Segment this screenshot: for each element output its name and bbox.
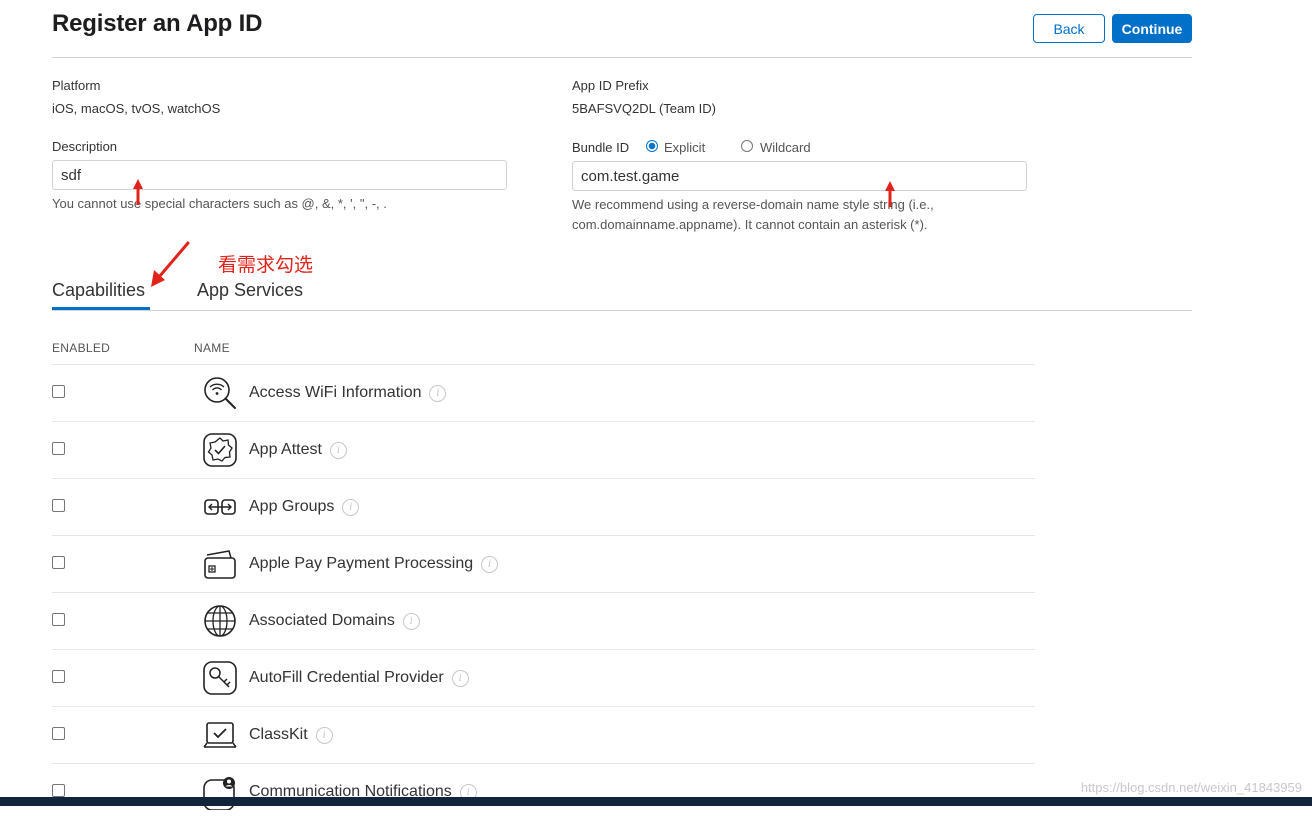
capability-name: Associated Domains i: [249, 612, 420, 630]
info-icon[interactable]: i: [402, 613, 420, 630]
wildcard-radio[interactable]: [741, 140, 753, 152]
description-label: Description: [52, 139, 118, 154]
app-id-prefix-label: App ID Prefix: [572, 78, 649, 93]
capability-name: ClassKit i: [249, 726, 333, 744]
bundle-id-hint-line1: We recommend using a reverse-domain name…: [572, 197, 934, 212]
table-row: Apple Pay Payment Processing i: [52, 535, 1035, 593]
explicit-radio-label[interactable]: Explicit: [664, 140, 705, 155]
capability-name: AutoFill Credential Provider i: [249, 669, 469, 687]
info-icon[interactable]: i: [315, 727, 333, 744]
capability-name: Access WiFi Information i: [249, 384, 447, 402]
column-header-name: NAME: [194, 341, 230, 355]
back-button[interactable]: Back: [1033, 14, 1105, 43]
bundle-id-hint-line2: com.domainname.appname). It cannot conta…: [572, 217, 928, 232]
table-row: ClassKit i: [52, 706, 1035, 764]
table-row: Communication Notifications i: [52, 763, 1035, 821]
tabs-divider: [52, 310, 1192, 311]
wildcard-radio-label[interactable]: Wildcard: [760, 140, 811, 155]
enable-checkbox[interactable]: [52, 613, 65, 626]
taskbar: [0, 797, 1312, 806]
capability-name: Apple Pay Payment Processing i: [249, 555, 499, 573]
info-icon[interactable]: i: [451, 670, 469, 687]
enable-checkbox[interactable]: [52, 556, 65, 569]
bundle-id-input[interactable]: com.test.game: [572, 161, 1027, 191]
table-row: App Attest i: [52, 421, 1035, 479]
tab-capabilities[interactable]: Capabilities: [52, 280, 145, 301]
annotation-text: 看需求勾选: [218, 255, 314, 276]
watermark: https://blog.csdn.net/weixin_41843959: [1080, 780, 1302, 795]
globe-icon: [204, 605, 236, 637]
table-row: App Groups i: [52, 478, 1035, 536]
header-divider: [52, 57, 1192, 58]
table-row: Associated Domains i: [52, 592, 1035, 650]
description-hint: You cannot use special characters such a…: [52, 196, 387, 211]
bundle-id-label: Bundle ID: [572, 140, 630, 155]
app-groups-icon: [204, 499, 236, 515]
platform-value: iOS, macOS, tvOS, watchOS: [52, 101, 221, 116]
capability-name: App Attest i: [249, 441, 347, 459]
annotation-arrow-up-icon: [133, 179, 143, 205]
wallet-card-icon: [204, 550, 236, 579]
enable-checkbox[interactable]: [52, 670, 65, 683]
wifi-search-icon: [204, 377, 236, 409]
info-icon[interactable]: i: [429, 385, 447, 402]
enable-checkbox[interactable]: [52, 385, 65, 398]
continue-button[interactable]: Continue: [1112, 14, 1192, 43]
tab-app-services[interactable]: App Services: [197, 280, 303, 301]
page-title: Register an App ID: [52, 10, 263, 37]
annotation-arrow-diagonal-icon: [151, 241, 190, 287]
key-icon: [203, 661, 237, 695]
info-icon[interactable]: i: [342, 499, 360, 516]
table-row: AutoFill Credential Provider i: [52, 649, 1035, 707]
badge-check-icon: [203, 433, 237, 467]
enable-checkbox[interactable]: [52, 727, 65, 740]
enable-checkbox[interactable]: [52, 499, 65, 512]
enable-checkbox[interactable]: [52, 784, 65, 797]
info-icon[interactable]: i: [329, 442, 347, 459]
classkit-icon: [203, 722, 237, 748]
platform-label: Platform: [52, 78, 101, 93]
description-input[interactable]: sdf: [52, 160, 507, 190]
table-row: Access WiFi Information i: [52, 364, 1035, 422]
app-id-prefix-value: 5BAFSVQ2DL (Team ID): [572, 101, 717, 116]
explicit-radio[interactable]: [646, 140, 658, 152]
enable-checkbox[interactable]: [52, 442, 65, 455]
annotation-arrow-up-icon: [885, 181, 895, 207]
info-icon[interactable]: i: [481, 556, 499, 573]
capability-name: App Groups i: [249, 498, 360, 516]
column-header-enabled: ENABLED: [52, 341, 111, 355]
